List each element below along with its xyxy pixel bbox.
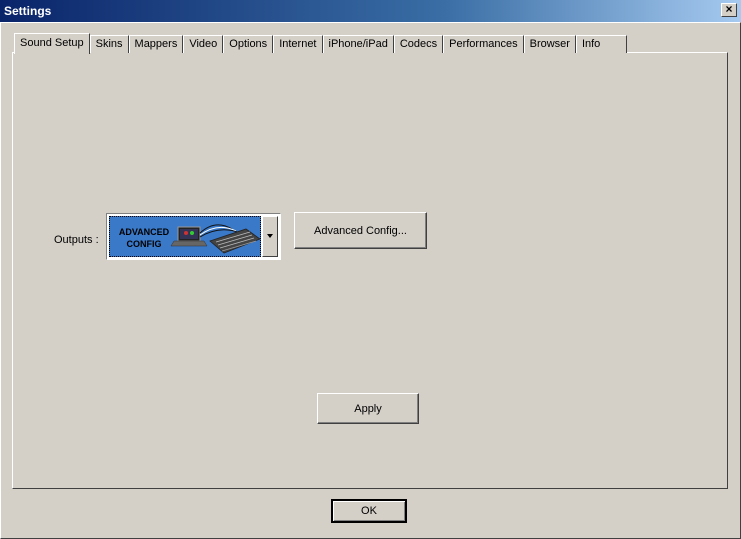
ok-button[interactable]: OK [331,499,407,523]
tab-mappers[interactable]: Mappers [128,35,184,53]
tab-sound-setup[interactable]: Sound Setup [14,33,90,54]
tab-performances[interactable]: Performances [443,35,524,53]
outputs-selected-item[interactable]: ADVANCED CONFIG [109,216,261,257]
tab-info[interactable]: Info [575,35,628,53]
tab-codecs[interactable]: Codecs [393,35,444,53]
window-title-bar: Settings [0,0,741,22]
advanced-config-button[interactable]: Advanced Config... [294,212,427,249]
outputs-combobox[interactable]: ADVANCED CONFIG [106,213,281,260]
tab-internet[interactable]: Internet [273,35,323,53]
tab-browser[interactable]: Browser [523,35,576,53]
outputs-dropdown-button[interactable] [262,216,278,257]
tab-video[interactable]: Video [183,35,224,53]
tab-options[interactable]: Options [223,35,274,53]
outputs-label: Outputs : [54,234,99,246]
tab-skins[interactable]: Skins [89,35,129,53]
tab-strip: Sound Setup Skins Mappers Video Options … [14,33,628,54]
apply-button[interactable]: Apply [317,393,419,424]
tab-iphone-ipad[interactable]: iPhone/iPad [322,35,394,53]
close-button[interactable]: × [721,3,737,17]
laptop-and-mixer-icon [170,224,260,254]
chevron-down-icon [267,234,273,238]
window-title: Settings [4,4,52,18]
